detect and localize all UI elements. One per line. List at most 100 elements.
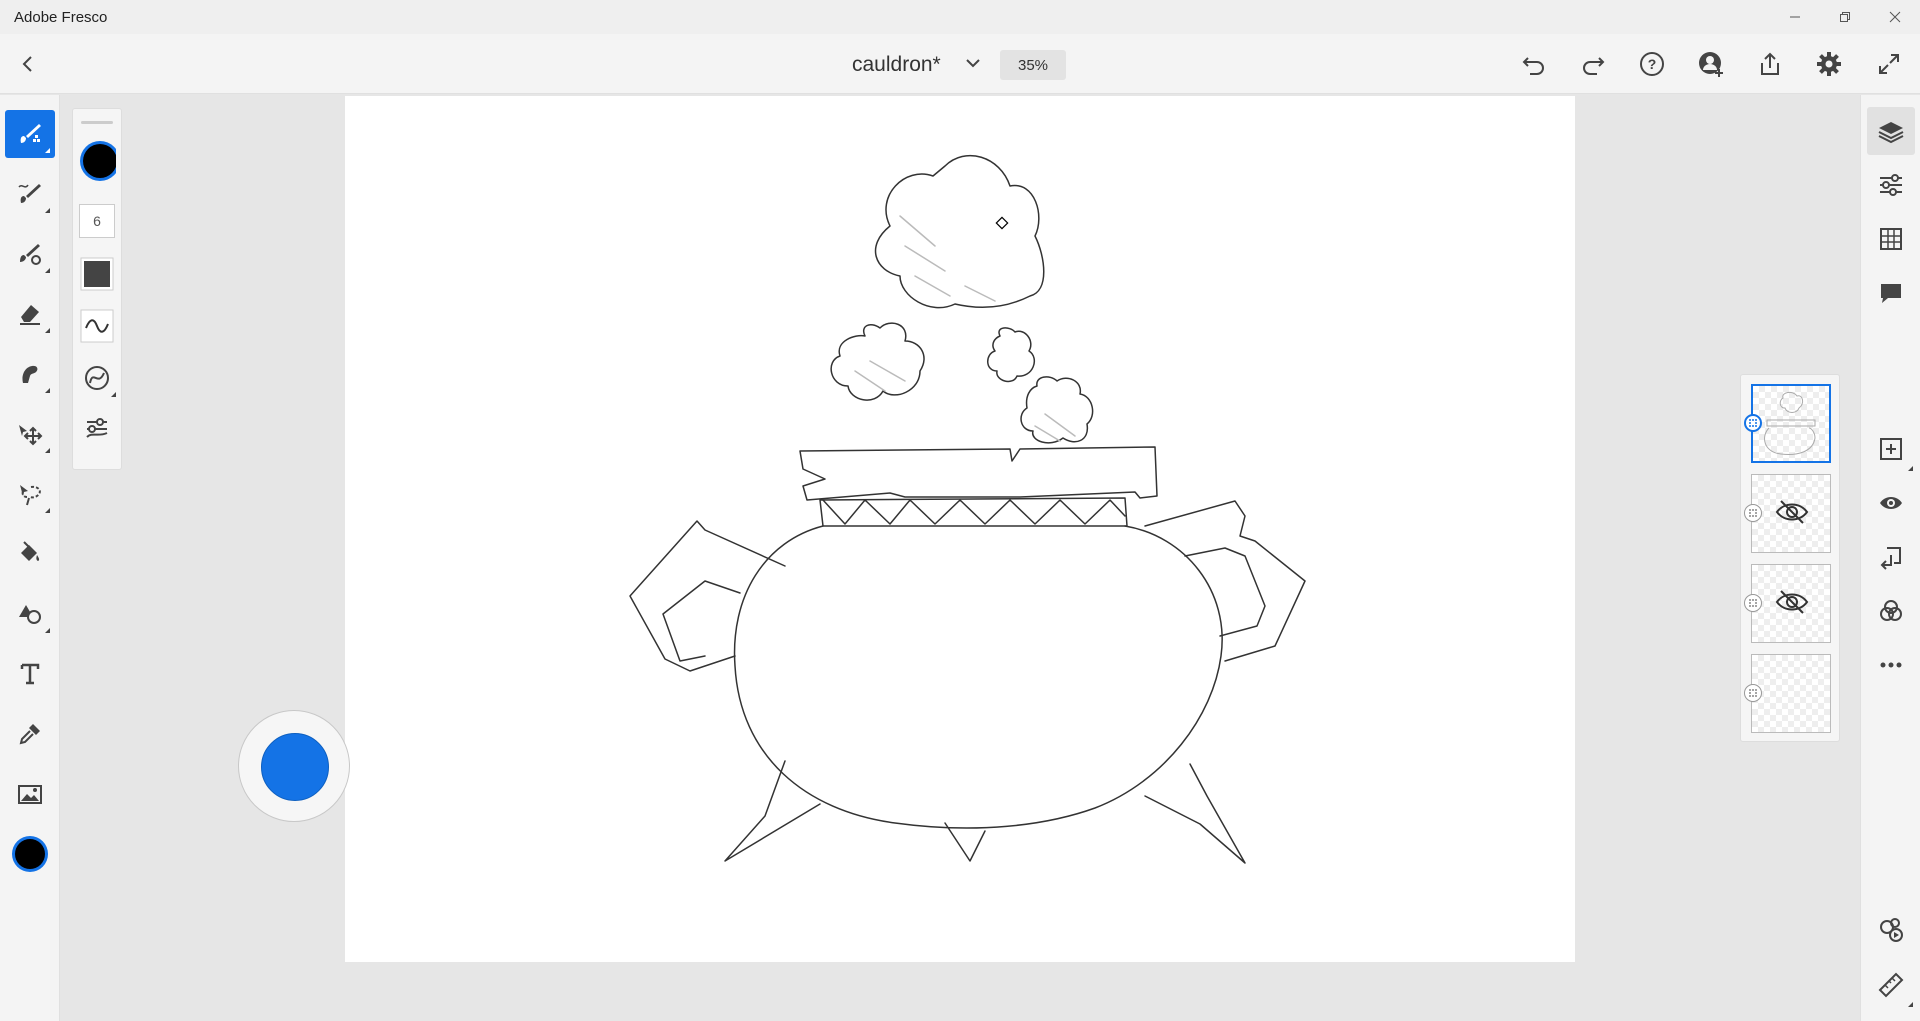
brush-color-swatch[interactable]: [78, 141, 116, 181]
cauldron-sketch: [629, 155, 1306, 864]
ruler-button[interactable]: [1867, 961, 1915, 1009]
brush-flow-button[interactable]: [78, 255, 116, 293]
color-picker-button[interactable]: [5, 830, 55, 878]
drag-handle-icon: [1749, 599, 1757, 607]
chevron-down-icon: [966, 59, 980, 68]
drawing-canvas[interactable]: [345, 96, 1575, 962]
drag-handle-icon: [1749, 419, 1757, 427]
type-icon: [20, 663, 40, 685]
invite-button[interactable]: [1694, 47, 1728, 81]
panels-toolbar: [1860, 95, 1920, 1021]
settings-button[interactable]: [1812, 47, 1846, 81]
lasso-icon: [20, 485, 41, 506]
back-button[interactable]: [14, 50, 42, 78]
title-bar: Adobe Fresco: [0, 0, 1920, 34]
minimize-button[interactable]: [1772, 0, 1818, 34]
brush-cursor: [995, 216, 1009, 230]
timeline-button[interactable]: [1867, 905, 1915, 953]
brush-smoothing-button[interactable]: [78, 307, 116, 345]
pressure-icon: [85, 366, 109, 390]
top-app-bar: cauldron* 35% ?: [0, 34, 1920, 94]
smudge-icon: [22, 365, 38, 383]
sliders-icon: [86, 418, 108, 438]
restore-button[interactable]: [1822, 0, 1868, 34]
help-button[interactable]: ?: [1635, 47, 1669, 81]
layer-properties-button[interactable]: [1867, 161, 1915, 209]
transform-tool[interactable]: [5, 410, 55, 458]
smudge-tool[interactable]: [5, 350, 55, 398]
touch-shortcut[interactable]: [238, 710, 350, 822]
type-tool[interactable]: [5, 650, 55, 698]
close-icon: [1889, 11, 1901, 23]
document-menu-button[interactable]: [962, 52, 984, 74]
add-layer-button[interactable]: [1867, 425, 1915, 473]
undo-button[interactable]: [1517, 47, 1551, 81]
hidden-eye-icon: [1775, 590, 1809, 614]
layer-drag-handle[interactable]: [1744, 414, 1762, 432]
selection-tool[interactable]: [5, 470, 55, 518]
shapes-icon: [19, 605, 41, 624]
current-color-swatch: [12, 836, 48, 872]
redo-button[interactable]: [1576, 47, 1610, 81]
zoom-level[interactable]: 35%: [1000, 50, 1066, 80]
layer-thumbnail[interactable]: [1751, 654, 1831, 733]
app-title: Adobe Fresco: [14, 9, 108, 26]
live-brush-tool[interactable]: [5, 170, 55, 218]
layer-preview: [1764, 391, 1816, 455]
tools-toolbar: [0, 95, 60, 1021]
fullscreen-icon: [1879, 54, 1899, 74]
layers-panel-button[interactable]: [1867, 107, 1915, 155]
fullscreen-button[interactable]: [1872, 47, 1906, 81]
comments-button[interactable]: [1867, 269, 1915, 317]
layer-drag-handle[interactable]: [1744, 684, 1762, 702]
layer-properties-icon: [1880, 174, 1902, 196]
brush-size-input[interactable]: 6: [79, 204, 115, 238]
layer-thumbnail[interactable]: [1751, 384, 1831, 463]
layer-thumbnail[interactable]: [1751, 474, 1831, 553]
help-icon: ?: [1640, 52, 1664, 76]
fill-tool[interactable]: [5, 530, 55, 578]
pixel-brush-tool[interactable]: [5, 110, 55, 158]
blend-mode-icon: [1880, 600, 1902, 621]
shapes-tool[interactable]: [5, 590, 55, 638]
touch-shortcut-button[interactable]: [261, 733, 329, 801]
timeline-icon: [1880, 918, 1903, 942]
live-brush-icon: [18, 184, 41, 203]
brush-properties-panel: 6: [72, 108, 122, 470]
eraser-tool[interactable]: [5, 290, 55, 338]
layer-drag-handle[interactable]: [1744, 504, 1762, 522]
layer-visibility-button[interactable]: [1867, 479, 1915, 527]
layer-thumbnail[interactable]: [1751, 564, 1831, 643]
brush-pressure-button[interactable]: [78, 359, 116, 397]
more-options-button[interactable]: [1867, 641, 1915, 689]
invite-icon: [1699, 52, 1723, 77]
add-layer-icon: [1880, 438, 1902, 460]
brush-settings-button[interactable]: [78, 409, 116, 447]
share-button[interactable]: [1753, 47, 1787, 81]
document-title[interactable]: cauldron*: [852, 53, 941, 77]
grid-button[interactable]: [1867, 215, 1915, 263]
undo-icon: [1522, 57, 1544, 75]
redo-icon: [1583, 57, 1605, 75]
grid-icon: [1880, 228, 1902, 250]
move-icon: [19, 425, 43, 446]
layers-panel: [1740, 374, 1840, 742]
image-icon: [18, 785, 42, 804]
merge-down-button[interactable]: [1867, 533, 1915, 581]
eye-icon: [1880, 497, 1902, 509]
drag-handle-icon: [1749, 689, 1757, 697]
layer-drag-handle[interactable]: [1744, 594, 1762, 612]
minimize-icon: [1790, 16, 1800, 18]
eyedropper-tool[interactable]: [5, 710, 55, 758]
blend-mode-button[interactable]: [1867, 587, 1915, 635]
place-image-tool[interactable]: [5, 770, 55, 818]
pixel-brush-icon: [20, 124, 41, 143]
eraser-icon: [20, 305, 40, 325]
paint-bucket-icon: [21, 541, 40, 561]
vector-brush-tool[interactable]: [5, 230, 55, 278]
share-icon: [1761, 52, 1779, 75]
panel-drag-handle[interactable]: [81, 121, 113, 124]
close-button[interactable]: [1872, 0, 1918, 34]
drag-handle-icon: [1749, 509, 1757, 517]
svg-text:?: ?: [1648, 56, 1657, 72]
